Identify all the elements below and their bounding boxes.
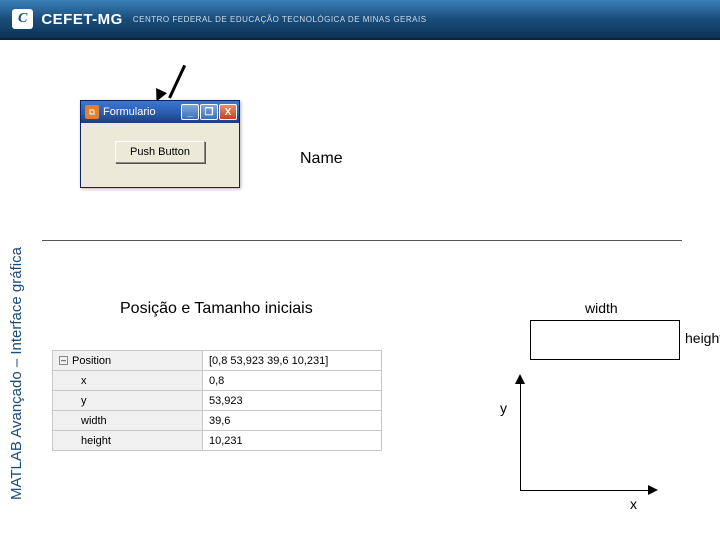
org-logo: C [12,9,33,29]
example-window: ⧉ Formulario _ ❐ X Push Button [80,100,240,188]
x-axis-arrowhead [648,485,658,495]
name-annotation: Name [300,150,343,168]
org-subtitle: CENTRO FEDERAL DE EDUCAÇÃO TECNOLÓGICA D… [133,15,427,24]
tree-toggle-icon[interactable]: – [59,356,68,365]
section-title: Posição e Tamanho iniciais [120,300,313,318]
y-axis-line [520,380,521,490]
prop-key: x [53,371,203,391]
org-brand: CEFET-MG [41,11,123,28]
table-row: width 39,6 [53,411,382,431]
divider-line [42,240,682,241]
push-button[interactable]: Push Button [115,141,205,163]
prop-key: width [53,411,203,431]
prop-key: Position [72,355,111,367]
prop-value: 53,923 [203,391,382,411]
table-row: y 53,923 [53,391,382,411]
width-label: width [585,300,618,316]
prop-key: y [53,391,203,411]
x-axis-label: x [630,496,637,512]
y-axis-label: y [500,400,507,416]
close-button[interactable]: X [219,104,237,120]
sidebar-course-label: MATLAB Avançado – Interface gráfica [8,247,25,500]
table-row: x 0,8 [53,371,382,391]
window-titlebar: ⧉ Formulario _ ❐ X [81,101,239,123]
prop-key: height [53,431,203,451]
property-table: –Position [0,8 53,923 39,6 10,231] x 0,8… [52,350,382,451]
prop-value: 39,6 [203,411,382,431]
bounding-rect [530,320,680,360]
prop-value: 0,8 [203,371,382,391]
slide-header: C CEFET-MG CENTRO FEDERAL DE EDUCAÇÃO TE… [0,0,720,40]
window-title: Formulario [103,106,180,118]
table-row: height 10,231 [53,431,382,451]
minimize-button[interactable]: _ [181,104,199,120]
prop-value: [0,8 53,923 39,6 10,231] [203,351,382,371]
window-body: Push Button [81,123,239,187]
table-row: –Position [0,8 53,923 39,6 10,231] [53,351,382,371]
prop-value: 10,231 [203,431,382,451]
window-icon: ⧉ [85,105,99,119]
height-label: height [685,330,720,346]
x-axis-line [520,490,650,491]
maximize-button[interactable]: ❐ [200,104,218,120]
position-diagram: width height y x [460,300,690,510]
